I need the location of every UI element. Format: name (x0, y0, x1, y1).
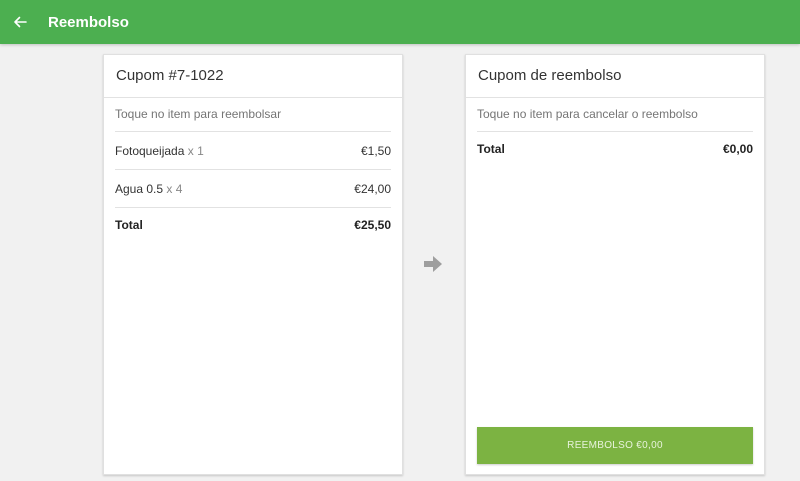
total-value: €25,50 (354, 217, 391, 232)
app-bar: Reembolso (0, 0, 800, 44)
item-name: Fotoqueijada (115, 143, 185, 158)
refund-title: Cupom de reembolso (466, 55, 764, 98)
refund-total-row: Total €0,00 (477, 132, 753, 165)
receipt-title: Cupom #7-1022 (104, 55, 402, 98)
arrow-right-icon (424, 256, 442, 272)
item-quantity: x 4 (166, 181, 183, 196)
item-name: Agua 0.5 (115, 181, 164, 196)
receipt-item-row[interactable]: Agua 0.5 x 4 €24,00 (115, 170, 391, 208)
refund-button[interactable]: REEMBOLSO €0,00 (477, 427, 753, 464)
receipt-hint: Toque no item para reembolsar (115, 98, 391, 132)
page-title: Reembolso (48, 13, 129, 31)
total-label: Total (477, 141, 505, 156)
receipt-item-row[interactable]: Fotoqueijada x 1 €1,50 (115, 132, 391, 170)
item-quantity: x 1 (187, 143, 204, 158)
arrow-left-icon (14, 16, 27, 28)
refund-hint: Toque no item para cancelar o reembolso (477, 98, 753, 132)
item-price: €24,00 (354, 181, 391, 196)
back-button[interactable] (10, 12, 30, 32)
receipt-card: Cupom #7-1022 Toque no item para reembol… (103, 54, 403, 475)
receipt-total-row: Total €25,50 (115, 208, 391, 241)
total-value: €0,00 (722, 141, 753, 156)
item-price: €1,50 (360, 143, 391, 158)
refund-card: Cupom de reembolso Toque no item para ca… (465, 54, 765, 475)
total-label: Total (115, 217, 143, 232)
